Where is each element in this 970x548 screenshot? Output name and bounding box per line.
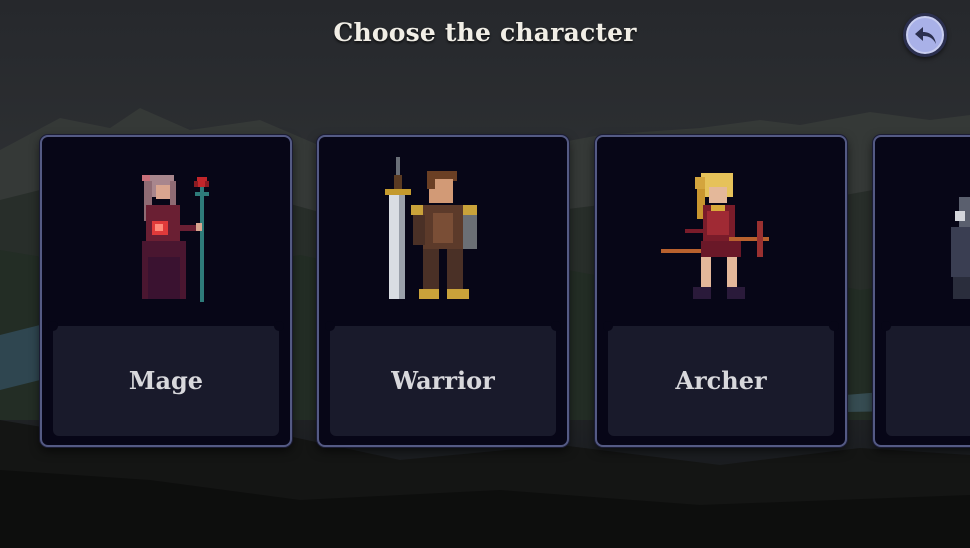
character-name: Warrior (391, 366, 495, 395)
character-name-panel: Archer (603, 321, 839, 436)
character-select-screen: Choose the character Mage Warrior Archer (0, 0, 970, 548)
character-name-panel: R (881, 321, 970, 436)
character-card-warrior[interactable]: Warrior (317, 135, 569, 447)
character-name-panel: Warrior (325, 321, 561, 436)
character-name: R (886, 366, 970, 395)
character-name: Mage (128, 366, 204, 395)
undo-arrow-icon (915, 27, 936, 44)
character-card-partial[interactable]: R (873, 135, 970, 447)
character-card-archer[interactable]: Archer (595, 135, 847, 447)
character-name-panel: Mage (48, 321, 284, 436)
archer-sprite (661, 173, 769, 299)
page-title: Choose the character (333, 18, 637, 47)
warrior-sprite (385, 157, 477, 299)
character-name: Archer (675, 366, 767, 395)
character-card-mage[interactable]: Mage (40, 135, 292, 447)
rogue-sprite (951, 197, 970, 299)
mage-sprite (142, 175, 209, 302)
back-button[interactable] (903, 13, 947, 57)
